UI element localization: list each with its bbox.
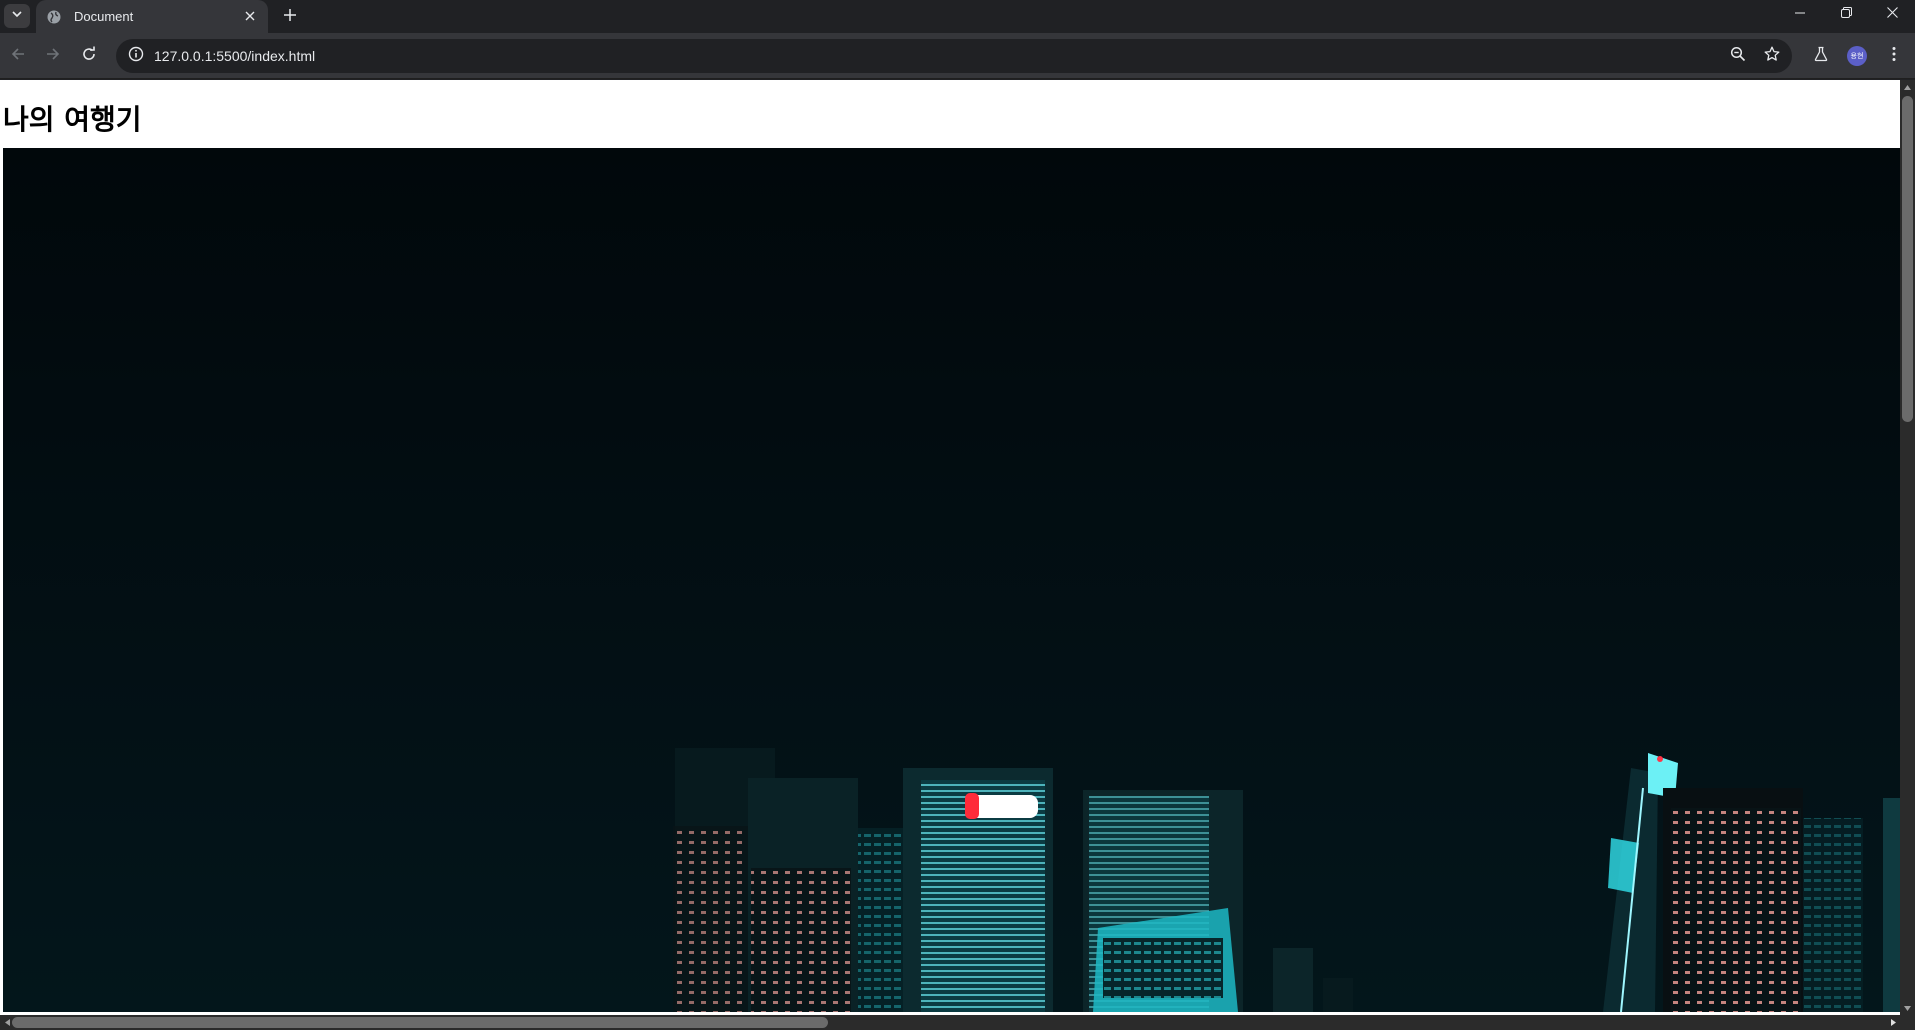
horizontal-scrollbar[interactable]: [0, 1015, 1900, 1030]
browser-toolbar: 127.0.0.1:5500/index.html 용현: [0, 33, 1915, 79]
tab-close-button[interactable]: [240, 7, 260, 27]
restore-icon: [1840, 5, 1852, 23]
tab-strip: Document: [0, 0, 1915, 33]
close-icon: [245, 8, 255, 26]
arrow-right-icon: [45, 46, 61, 67]
reload-button[interactable]: [74, 41, 104, 71]
page-viewport: 나의 여행기: [0, 80, 1915, 1030]
close-window-button[interactable]: [1869, 0, 1915, 27]
forward-button[interactable]: [38, 41, 68, 71]
browser-window: Document 127.0.0.1:5500/index.html 용현 나의…: [0, 0, 1915, 1030]
tab-search-button[interactable]: [4, 4, 30, 28]
new-tab-button[interactable]: [276, 3, 304, 31]
url-text[interactable]: 127.0.0.1:5500/index.html: [154, 48, 315, 64]
minimize-button[interactable]: [1777, 0, 1823, 27]
scrollbar-corner: [1900, 1015, 1915, 1030]
site-info-button[interactable]: [124, 44, 148, 68]
avatar: 용현: [1847, 46, 1867, 66]
night-city-skyline-image: [3, 148, 1900, 1012]
zoom-button[interactable]: [1726, 44, 1750, 68]
star-icon: [1764, 46, 1780, 67]
scroll-right-button[interactable]: [1886, 1015, 1900, 1030]
back-button[interactable]: [3, 41, 33, 71]
vertical-scrollbar[interactable]: [1900, 80, 1915, 1015]
profile-button[interactable]: 용현: [1842, 41, 1872, 71]
minimize-icon: [1795, 5, 1805, 23]
bookmark-button[interactable]: [1760, 44, 1784, 68]
scroll-down-button[interactable]: [1900, 1001, 1915, 1015]
page-title: 나의 여행기: [3, 103, 142, 136]
address-bar[interactable]: 127.0.0.1:5500/index.html: [116, 39, 1792, 73]
tab-document[interactable]: Document: [36, 0, 268, 33]
horizontal-scroll-thumb[interactable]: [12, 1017, 828, 1028]
tab-title: Document: [74, 9, 134, 24]
plus-icon: [283, 8, 297, 27]
chevron-down-icon: [11, 7, 23, 25]
vertical-scroll-thumb[interactable]: [1902, 96, 1913, 422]
flask-icon: [1813, 46, 1829, 67]
labs-button[interactable]: [1806, 41, 1836, 71]
zoom-out-icon: [1730, 46, 1746, 67]
restore-button[interactable]: [1823, 0, 1869, 27]
globe-icon: [46, 9, 62, 25]
info-icon: [128, 46, 144, 67]
close-icon: [1886, 5, 1898, 23]
window-controls: [1777, 0, 1915, 27]
reload-icon: [81, 46, 97, 67]
scroll-up-button[interactable]: [1900, 80, 1915, 94]
menu-button[interactable]: [1879, 41, 1909, 71]
arrow-left-icon: [10, 46, 26, 67]
kebab-menu-icon: [1892, 46, 1896, 67]
